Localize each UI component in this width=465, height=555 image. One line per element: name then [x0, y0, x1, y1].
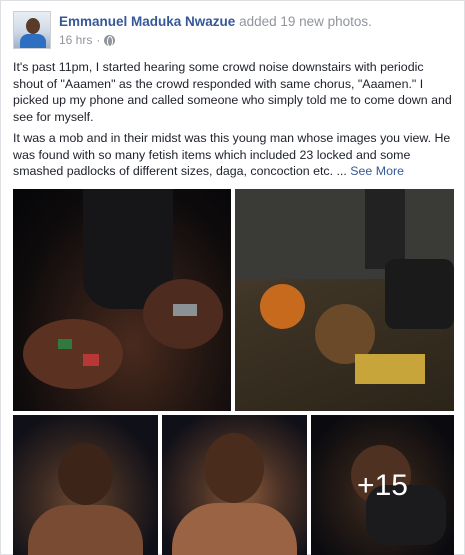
author-avatar[interactable] — [13, 11, 51, 49]
photo-4-head-shape — [204, 433, 264, 503]
post-body: It's past 11pm, I started hearing some c… — [13, 59, 453, 185]
photo-1-item-shape — [173, 304, 197, 316]
photo-3[interactable] — [13, 415, 158, 555]
more-photos-overlay[interactable]: +15 — [311, 415, 454, 555]
post-paragraph-2: It was a mob and in their midst was this… — [13, 130, 453, 180]
post-timestamp-link[interactable]: 16 hrs — [59, 33, 92, 47]
photo-1-hand-left-shape — [23, 319, 123, 389]
meta-separator: · — [96, 33, 101, 47]
more-photos-count: +15 — [357, 468, 408, 502]
photo-2-padlocks-shape — [355, 354, 425, 384]
photo-1-item-shape — [83, 354, 99, 366]
post-meta: 16 hrs · — [59, 33, 116, 47]
globe-icon[interactable] — [104, 34, 116, 47]
author-name-link[interactable]: Emmanuel Maduka Nwazue — [59, 14, 235, 29]
avatar-head-shape — [26, 18, 40, 34]
post-action-text: added 19 new photos. — [239, 14, 372, 29]
avatar-shirt-shape — [20, 34, 46, 48]
photo-1-item-shape — [58, 339, 72, 349]
photo-3-body-shape — [28, 505, 143, 555]
post-paragraph-1: It's past 11pm, I started hearing some c… — [13, 60, 452, 124]
photo-4-body-shape — [172, 503, 297, 555]
facebook-post: Emmanuel Maduka Nwazue added 19 new phot… — [0, 0, 465, 555]
photo-4[interactable] — [162, 415, 307, 555]
photo-2[interactable] — [235, 189, 454, 411]
photo-grid: +15 — [13, 189, 454, 555]
photo-2-leg-shape — [365, 189, 405, 269]
photo-5[interactable]: +15 — [311, 415, 454, 555]
post-header: Emmanuel Maduka Nwazue added 19 new phot… — [13, 11, 452, 51]
photo-1[interactable] — [13, 189, 231, 411]
see-more-link[interactable]: See More — [350, 164, 404, 178]
photo-2-bag-shape — [385, 259, 454, 329]
author-line: Emmanuel Maduka Nwazue added 19 new phot… — [59, 13, 372, 30]
photo-3-head-shape — [58, 443, 113, 505]
photo-2-jar-shape — [260, 284, 305, 329]
